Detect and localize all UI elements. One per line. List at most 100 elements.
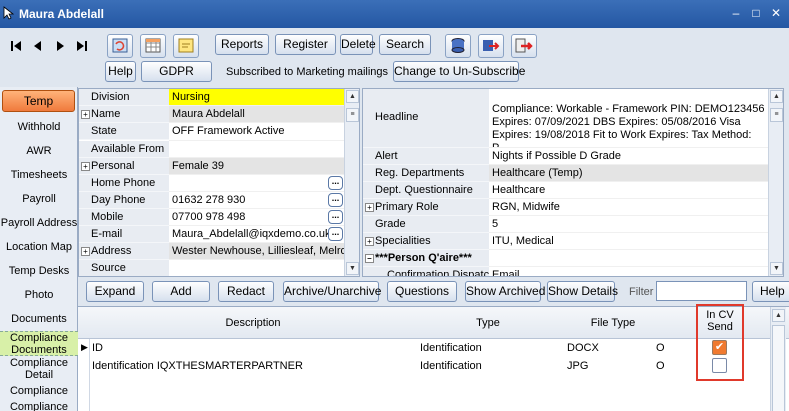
confirmation-dispatch-value[interactable]: Email bbox=[489, 267, 769, 276]
exit-icon[interactable] bbox=[511, 34, 537, 58]
label-name: + Name bbox=[79, 106, 169, 123]
right-grid-scrollbar[interactable]: ▲ ≡ ▼ bbox=[768, 89, 783, 276]
in-cv-send-checkbox[interactable]: ✔ bbox=[712, 340, 727, 355]
scroll-thumb[interactable]: ≡ bbox=[770, 108, 783, 122]
left-grid-scrollbar[interactable]: ▲ ≡ ▼ bbox=[344, 89, 359, 276]
scroll-up-icon[interactable]: ▲ bbox=[346, 90, 359, 103]
sidebar-item-timesheets[interactable]: Timesheets bbox=[0, 169, 78, 181]
day-phone-value[interactable]: 01632 278 930 bbox=[169, 192, 344, 209]
scroll-up-icon[interactable]: ▲ bbox=[770, 90, 783, 103]
scroll-down-icon[interactable]: ▼ bbox=[770, 262, 783, 275]
table-header: Description Type File Type In CV Send bbox=[78, 307, 789, 339]
last-record-icon[interactable] bbox=[74, 38, 90, 54]
alert-value[interactable]: Nights if Possible D Grade bbox=[489, 148, 769, 165]
gdpr-button[interactable]: GDPR bbox=[141, 61, 212, 82]
headline-line: Expires: 07/09/2021 DBS Expires: 05/08/2… bbox=[492, 116, 741, 128]
reg-departments-value[interactable]: Healthcare (Temp) bbox=[489, 165, 769, 182]
in-cv-send-checkbox[interactable] bbox=[712, 358, 727, 373]
sidebar-item-payroll-address[interactable]: Payroll Address bbox=[0, 217, 78, 229]
grid-icon[interactable] bbox=[140, 34, 166, 58]
sidebar-item-compliance-2[interactable]: Compliance bbox=[0, 401, 78, 411]
notes-icon[interactable] bbox=[173, 34, 199, 58]
source-value[interactable] bbox=[169, 260, 344, 276]
sidebar-item-location-map[interactable]: Location Map bbox=[0, 241, 78, 253]
home-phone-more-button[interactable]: ... bbox=[328, 176, 343, 190]
available-from-value[interactable] bbox=[169, 141, 344, 158]
headline-value[interactable]: Compliance: Workable - Framework PIN: DE… bbox=[489, 89, 769, 148]
previous-record-icon[interactable] bbox=[30, 38, 46, 54]
person-questionnaire-value[interactable] bbox=[489, 250, 769, 267]
state-value[interactable]: OFF Framework Active bbox=[169, 123, 344, 141]
personal-value[interactable]: Female 39 bbox=[169, 158, 344, 175]
help-button[interactable]: Help bbox=[105, 61, 136, 82]
next-record-icon[interactable] bbox=[52, 38, 68, 54]
row-file-type: JPG bbox=[567, 360, 589, 372]
sidebar-item-documents[interactable]: Documents bbox=[0, 313, 78, 325]
expand-icon[interactable]: + bbox=[81, 110, 90, 119]
maximize-icon[interactable]: □ bbox=[748, 6, 764, 20]
email-more-button[interactable]: ... bbox=[328, 227, 343, 241]
name-value[interactable]: Maura Abdelall bbox=[169, 106, 344, 123]
scroll-up-icon[interactable]: ▲ bbox=[772, 309, 785, 322]
add-button[interactable]: Add bbox=[152, 281, 210, 302]
sidebar-tab-temp[interactable]: Temp bbox=[2, 90, 75, 112]
scroll-thumb[interactable]: ≡ bbox=[346, 108, 359, 122]
close-icon[interactable]: ✕ bbox=[768, 6, 784, 20]
sidebar-item-temp-desks[interactable]: Temp Desks bbox=[0, 265, 78, 277]
expand-icon[interactable]: + bbox=[81, 247, 90, 256]
specialities-value[interactable]: ITU, Medical bbox=[489, 233, 769, 250]
mobile-more-button[interactable]: ... bbox=[328, 210, 343, 224]
headline-line: Expires: 19/08/2018 Fit to Work Expires:… bbox=[492, 129, 752, 148]
refresh-icon[interactable] bbox=[107, 34, 133, 58]
register-button[interactable]: Register bbox=[275, 34, 336, 55]
grade-value[interactable]: 5 bbox=[489, 216, 769, 233]
division-value[interactable]: Nursing bbox=[169, 89, 344, 106]
expand-icon[interactable]: + bbox=[365, 237, 374, 246]
show-archived-button[interactable]: Show Archived bbox=[465, 281, 545, 302]
collapse-icon[interactable]: – bbox=[365, 254, 374, 263]
dept-questionnaire-value[interactable]: Healthcare bbox=[489, 182, 769, 199]
sidebar-item-withhold[interactable]: Withhold bbox=[0, 121, 78, 133]
sidebar-item-payroll[interactable]: Payroll bbox=[0, 193, 78, 205]
address-value[interactable]: Wester Newhouse, Lilliesleaf, Melrose bbox=[169, 243, 344, 260]
questions-button[interactable]: Questions bbox=[387, 281, 457, 302]
primary-role-value[interactable]: RGN, Midwife bbox=[489, 199, 769, 216]
expand-button[interactable]: Expand bbox=[86, 281, 144, 302]
headline-line: Compliance: Workable - Framework PIN: DE… bbox=[492, 103, 765, 115]
sidebar-item-photo[interactable]: Photo bbox=[0, 289, 78, 301]
table-row[interactable]: ▶ ID Identification DOCX O bbox=[78, 339, 768, 357]
scroll-down-icon[interactable]: ▼ bbox=[346, 262, 359, 275]
table-row[interactable]: Identification IQXTHESMARTERPARTNER Iden… bbox=[78, 357, 768, 375]
row-description: ID bbox=[92, 342, 103, 354]
archive-unarchive-button[interactable]: Archive/Unarchive bbox=[283, 281, 381, 302]
redact-button[interactable]: Redact bbox=[218, 281, 274, 302]
mobile-value[interactable]: 07700 978 498 bbox=[169, 209, 344, 226]
sidebar-item-awr[interactable]: AWR bbox=[0, 145, 78, 157]
transfer-icon[interactable] bbox=[478, 34, 504, 58]
column-header-type[interactable]: Type bbox=[458, 314, 518, 332]
minimize-icon[interactable]: – bbox=[728, 6, 744, 20]
email-value[interactable]: Maura_Abdelall@iqxdemo.co.uk bbox=[169, 226, 329, 243]
filter-input[interactable] bbox=[656, 281, 747, 301]
column-header-description[interactable]: Description bbox=[198, 314, 308, 332]
change-subscription-button[interactable]: Change to Un-Subscribe bbox=[393, 61, 525, 82]
column-header-file-type[interactable]: File Type bbox=[573, 314, 653, 332]
doc-help-button[interactable]: Help bbox=[752, 281, 789, 302]
show-details-button[interactable]: Show Details bbox=[547, 281, 618, 302]
sidebar-item-compliance[interactable]: Compliance bbox=[0, 385, 78, 397]
reports-button[interactable]: Reports bbox=[215, 34, 269, 55]
home-phone-value[interactable] bbox=[169, 175, 344, 192]
expand-icon[interactable]: + bbox=[81, 162, 90, 171]
database-icon[interactable] bbox=[445, 34, 471, 58]
sidebar-item-compliance-detail[interactable]: Compliance Detail bbox=[0, 357, 78, 381]
sidebar-item-compliance-documents[interactable]: Compliance Documents bbox=[0, 331, 78, 356]
sidebar: Temp Withhold AWR Timesheets Payroll Pay… bbox=[0, 87, 78, 411]
scroll-thumb[interactable] bbox=[772, 325, 785, 411]
delete-button[interactable]: Delete bbox=[340, 34, 376, 55]
search-button[interactable]: Search bbox=[379, 34, 431, 55]
first-record-icon[interactable] bbox=[8, 38, 24, 54]
documents-table: Description Type File Type In CV Send ▶ … bbox=[78, 304, 789, 411]
day-phone-more-button[interactable]: ... bbox=[328, 193, 343, 207]
table-scrollbar[interactable]: ▲ bbox=[770, 307, 786, 411]
expand-icon[interactable]: + bbox=[365, 203, 374, 212]
